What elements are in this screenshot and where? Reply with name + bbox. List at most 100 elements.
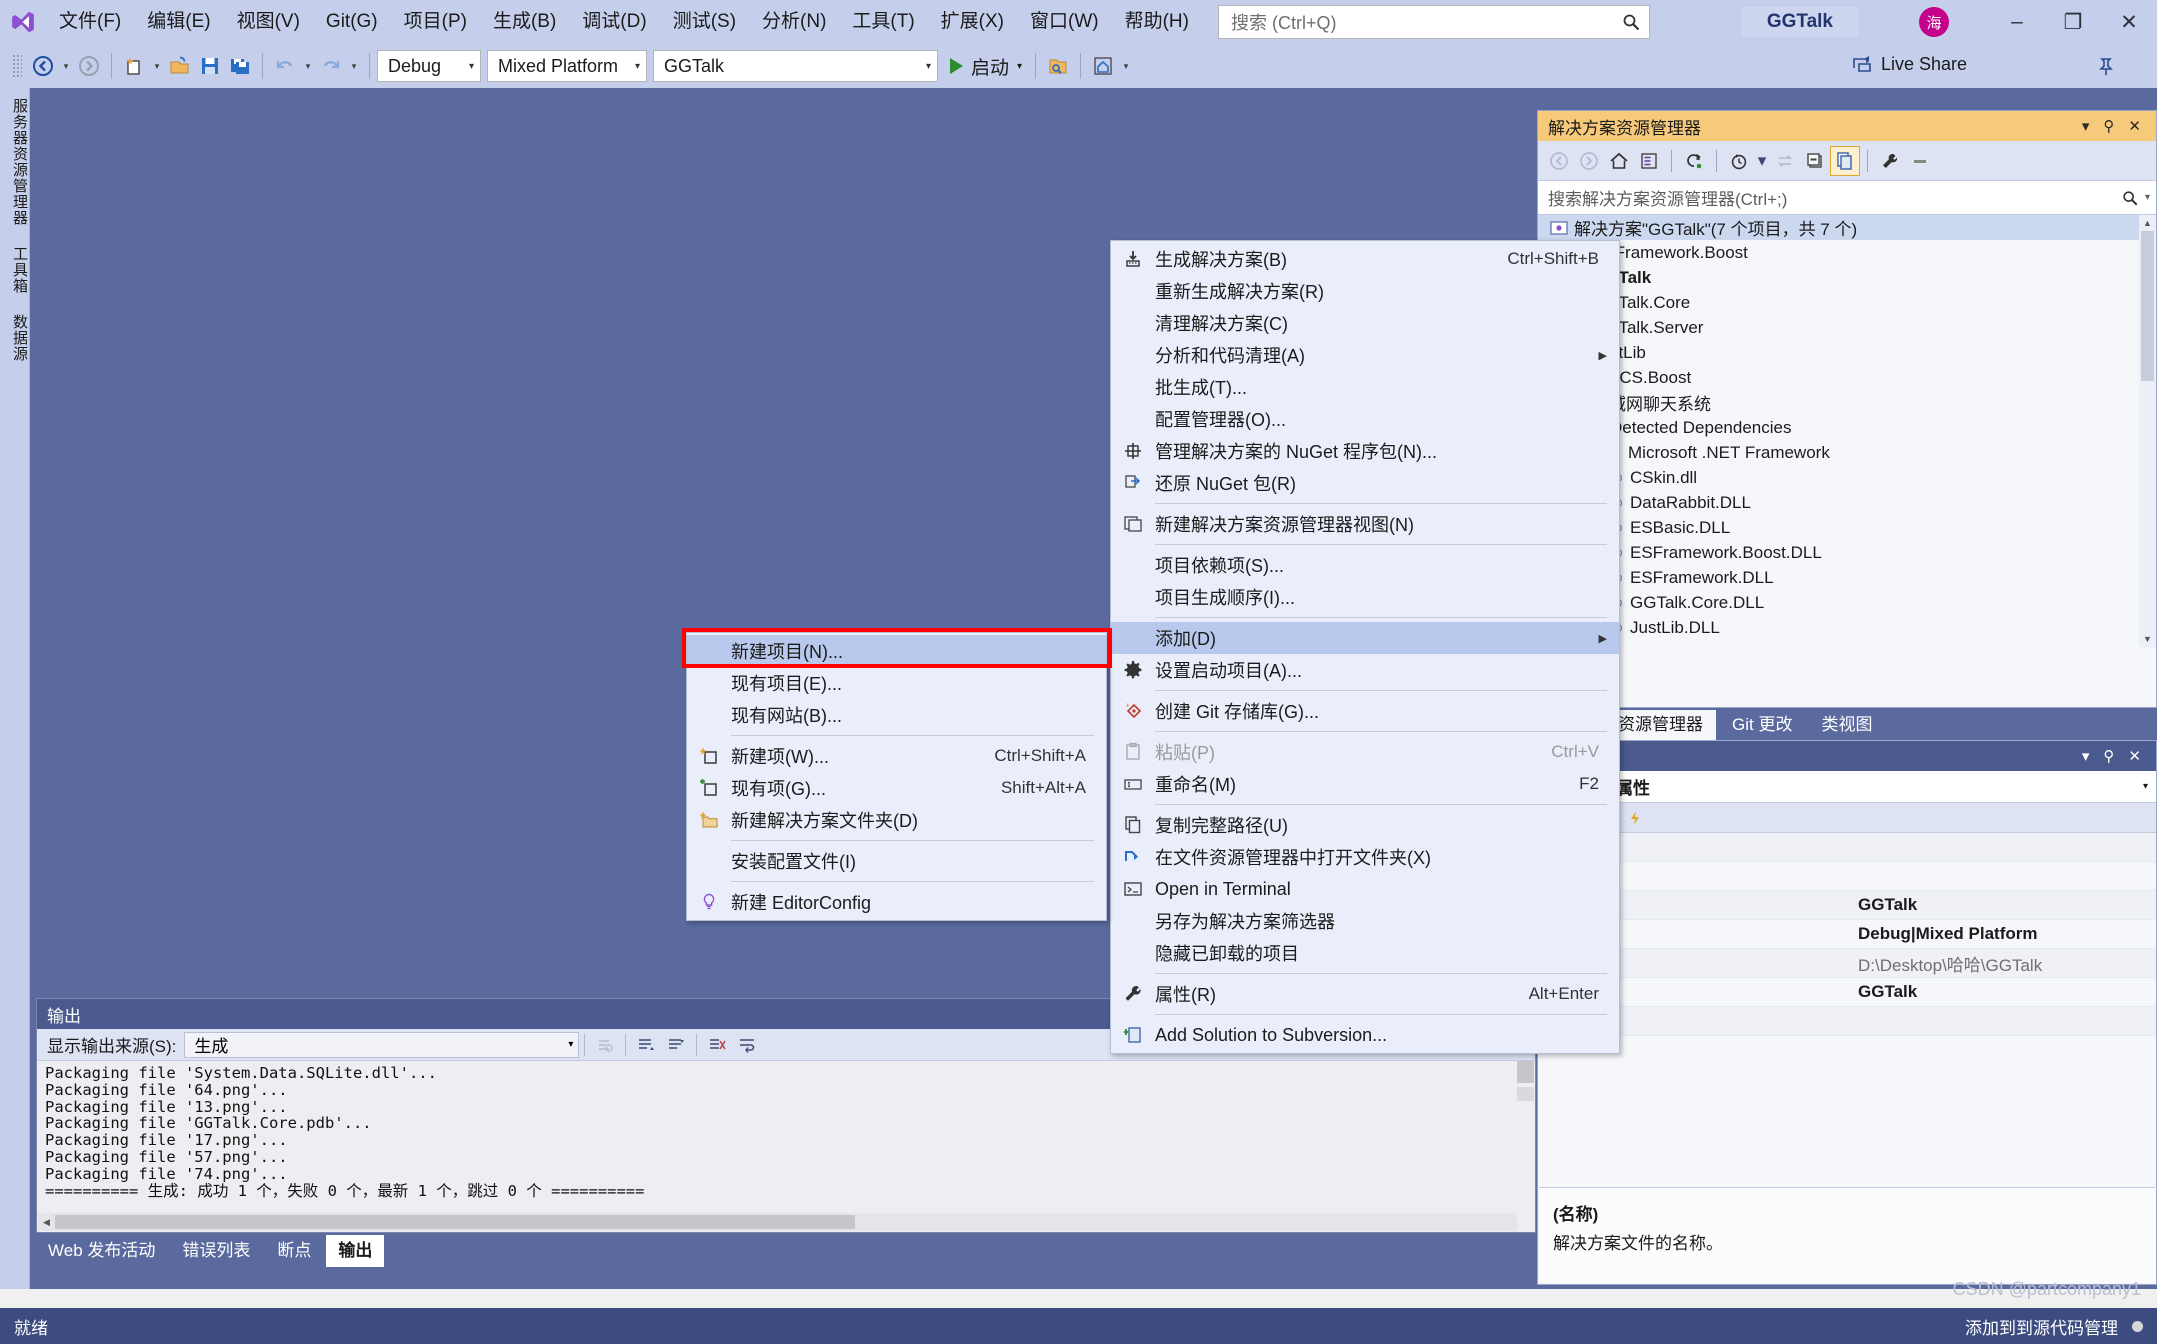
solution-context-menu[interactable]: 生成解决方案(B) Ctrl+Shift+B 重新生成解决方案(R) 清理解决方案(C… [1110,240,1620,1054]
close-icon[interactable]: ✕ [2121,117,2148,135]
menu-item[interactable]: 管理解决方案的 NuGet 程序包(N)... [1111,435,1619,467]
chevron-down-icon[interactable]: ▾ [1754,146,1770,176]
scroll-up-icon[interactable]: ▲ [2139,215,2156,231]
solution-tree-item[interactable]: DataRabbit.DLL [1538,490,2156,515]
menu-item[interactable]: 现有项目(E)... [687,667,1106,699]
pin-toolbar-icon[interactable] [2095,56,2117,83]
rail-data-sources[interactable]: 数据源 [0,304,30,372]
bottom-tab[interactable]: 错误列表 [170,1235,263,1267]
menu-help[interactable]: 帮助(H) [1112,0,1202,44]
close-button[interactable]: ✕ [2101,0,2157,44]
search-folder-icon[interactable] [1043,50,1073,82]
open-file-icon[interactable] [165,50,195,82]
rail-toolbox[interactable]: 工具箱 [0,236,30,304]
home-view-icon[interactable] [1088,50,1118,82]
solution-tree-item[interactable]: GGTalk.Server [1538,315,2156,340]
scroll-left-icon[interactable]: ◀ [38,1217,55,1228]
new-project-dropdown-icon[interactable]: ▾ [149,50,165,82]
menu-build[interactable]: 生成(B) [480,0,569,44]
menu-item[interactable]: 现有网站(B)... [687,699,1106,731]
redo-dropdown-icon[interactable]: ▾ [346,50,362,82]
bottom-tab[interactable]: 输出 [326,1235,385,1267]
preview-selected-icon[interactable] [1905,146,1935,176]
status-source-control[interactable]: 添加到到源代码管理 [1965,1314,2118,1339]
clear-all-icon[interactable] [702,1032,732,1058]
scroll-thumb[interactable] [2141,231,2154,381]
output-source-dropdown[interactable]: 生成 ▾ [184,1031,580,1058]
menu-item[interactable]: 新建项目(N)... [687,635,1106,667]
properties-object-dropdown[interactable]: 解决方案属性 ▾ [1538,771,2156,803]
go-to-next-icon[interactable] [661,1032,691,1058]
navigate-back-icon[interactable] [28,50,58,82]
property-row[interactable]: 路径D:\Desktop\哈哈\GGTalk [1538,949,2156,978]
menu-item[interactable]: 项目依赖项(S)... [1111,549,1619,581]
back-icon[interactable] [1544,146,1574,176]
menu-item[interactable]: 配置管理器(O)... [1111,403,1619,435]
menu-item[interactable]: 分析和代码清理(A) ▶ [1111,339,1619,371]
output-vertical-scroll-grip[interactable] [1517,1087,1534,1101]
menu-item[interactable]: 还原 NuGet 包(R) [1111,467,1619,499]
solution-tree-item[interactable]: Detected Dependencies [1538,415,2156,440]
menu-item[interactable]: 重新生成解决方案(R) [1111,275,1619,307]
solution-tree-item[interactable]: CSkin.dll [1538,465,2156,490]
undo-dropdown-icon[interactable]: ▾ [300,50,316,82]
menu-item[interactable]: 新建 EditorConfig [687,886,1106,918]
solution-tree-item[interactable]: GGTalk.Core [1538,290,2156,315]
close-icon[interactable]: ✕ [2121,747,2148,765]
menu-item[interactable]: 新建解决方案资源管理器视图(N) [1111,508,1619,540]
forward-icon[interactable] [1574,146,1604,176]
scroll-down-icon[interactable]: ▼ [2139,631,2156,647]
toggle-word-wrap-icon[interactable] [732,1032,762,1058]
show-all-files-icon[interactable] [1830,145,1860,176]
pin-icon[interactable]: ⚲ [2096,117,2121,135]
scroll-thumb[interactable] [55,1215,855,1229]
menu-item[interactable]: 重命名(M) F2 [1111,768,1619,800]
property-row[interactable] [1538,1007,2156,1036]
menu-item[interactable]: 清理解决方案(C) [1111,307,1619,339]
menu-file[interactable]: 文件(F) [46,0,134,44]
solution-tree-item[interactable]: GGTalk [1538,265,2156,290]
avatar[interactable]: 海 [1919,7,1949,37]
redo-icon[interactable] [316,50,346,82]
property-value[interactable]: D:\Desktop\哈哈\GGTalk [1848,951,2156,976]
start-debug-button[interactable]: 启动 ▾ [944,50,1028,82]
menu-item[interactable]: 批生成(T)... [1111,371,1619,403]
solution-tree-item[interactable]: JustLib.DLL [1538,615,2156,640]
menu-item[interactable]: 属性(R) Alt+Enter [1111,978,1619,1010]
configuration-dropdown[interactable]: Debug ▾ [377,50,481,82]
property-row[interactable]: 活动配置Debug|Mixed Platform [1538,920,2156,949]
solution-explorer-search-input[interactable]: 搜索解决方案资源管理器(Ctrl+;) ▾ [1538,181,2156,215]
property-value[interactable]: GGTalk [1848,895,2156,915]
menu-project[interactable]: 项目(P) [391,0,480,44]
menu-item[interactable]: 复制完整路径(U) [1111,809,1619,841]
property-row[interactable] [1538,862,2156,891]
solution-tree-item[interactable]: Microsoft .NET Framework [1538,440,2156,465]
menu-item[interactable]: 另存为解决方案筛选器 [1111,905,1619,937]
home-icon[interactable] [1604,146,1634,176]
collapse-all-icon[interactable] [1800,146,1830,176]
maximize-button[interactable]: ❐ [2045,0,2101,44]
navigate-forward-icon[interactable] [74,50,104,82]
save-all-icon[interactable] [225,50,255,82]
solution-explorer-tab[interactable]: Git 更改 [1719,710,1806,740]
menu-item[interactable]: Open in Terminal [1111,873,1619,905]
menu-edit[interactable]: 编辑(E) [134,0,223,44]
find-message-icon[interactable] [590,1032,620,1058]
menu-item[interactable]: 创建 Git 存储库(G)... [1111,695,1619,727]
solution-tree-item[interactable]: GGTalk.Core.DLL [1538,590,2156,615]
solution-tree-scrollbar[interactable]: ▲ ▼ [2139,215,2156,647]
output-horizontal-scrollbar[interactable]: ◀ [38,1213,1517,1231]
solution-tree-item[interactable]: ESFramework.DLL [1538,565,2156,590]
solution-explorer-tab[interactable]: 类视图 [1808,710,1886,740]
property-row[interactable]: 说明GGTalk [1538,978,2156,1007]
property-value[interactable]: GGTalk [1848,982,2156,1002]
property-row[interactable] [1538,833,2156,862]
navigate-back-dropdown-icon[interactable]: ▾ [58,50,74,82]
bottom-tab[interactable]: 断点 [265,1235,324,1267]
startup-project-dropdown[interactable]: GGTalk ▾ [653,50,938,82]
solution-tree-item[interactable]: 解决方案"GGTalk"(7 个项目，共 7 个) [1538,215,2156,240]
menu-test[interactable]: 测试(S) [660,0,749,44]
bottom-panel-tabstrip[interactable]: Web 发布活动 错误列表 断点 输出 [36,1233,387,1267]
go-to-previous-icon[interactable] [631,1032,661,1058]
search-options-chevron-icon[interactable]: ▾ [2145,192,2150,203]
